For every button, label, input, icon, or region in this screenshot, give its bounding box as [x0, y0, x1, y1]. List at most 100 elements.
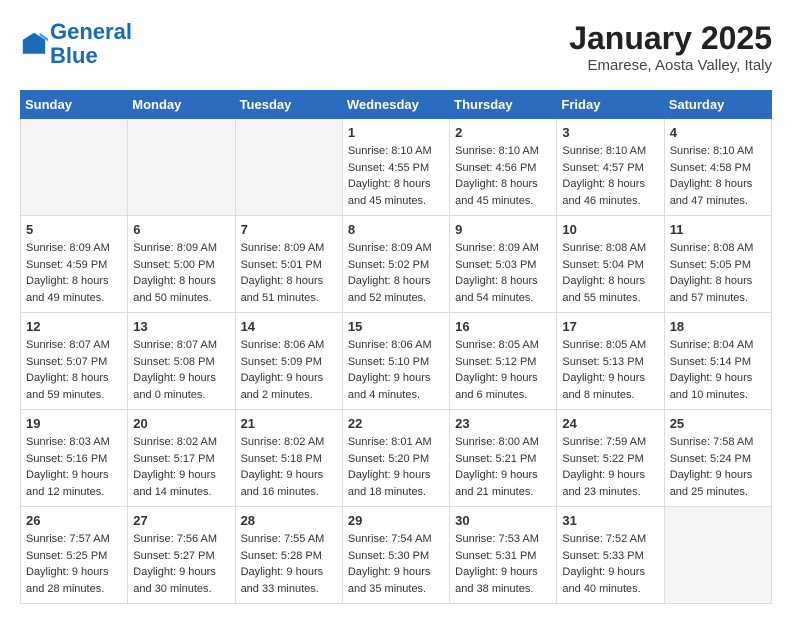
day-info-line: Daylight: 9 hours: [562, 467, 658, 484]
day-info: Sunrise: 8:10 AMSunset: 4:56 PMDaylight:…: [455, 143, 551, 209]
day-info: Sunrise: 8:10 AMSunset: 4:57 PMDaylight:…: [562, 143, 658, 209]
calendar-cell: [21, 119, 128, 216]
day-info: Sunrise: 8:09 AMSunset: 5:03 PMDaylight:…: [455, 240, 551, 306]
day-info-line: and 59 minutes.: [26, 387, 122, 404]
logo-line1: General: [50, 19, 132, 44]
day-info-line: Daylight: 9 hours: [241, 467, 337, 484]
day-info-line: Sunset: 5:28 PM: [241, 548, 337, 565]
day-info: Sunrise: 8:08 AMSunset: 5:04 PMDaylight:…: [562, 240, 658, 306]
day-info-line: Sunrise: 8:02 AM: [241, 434, 337, 451]
day-info-line: and 55 minutes.: [562, 290, 658, 307]
day-info-line: Sunset: 5:04 PM: [562, 257, 658, 274]
page-header: General Blue January 2025 Emarese, Aosta…: [20, 20, 772, 74]
day-info-line: Sunset: 5:27 PM: [133, 548, 229, 565]
day-info-line: Daylight: 8 hours: [455, 176, 551, 193]
day-info-line: Sunset: 5:21 PM: [455, 451, 551, 468]
calendar-cell: [128, 119, 235, 216]
day-info: Sunrise: 8:09 AMSunset: 5:00 PMDaylight:…: [133, 240, 229, 306]
day-number: 9: [455, 222, 551, 237]
day-number: 23: [455, 416, 551, 431]
day-number: 31: [562, 513, 658, 528]
day-number: 11: [670, 222, 766, 237]
day-info-line: Daylight: 9 hours: [348, 370, 444, 387]
day-info-line: Sunrise: 8:03 AM: [26, 434, 122, 451]
col-header-friday: Friday: [557, 91, 664, 119]
calendar-week-2: 5Sunrise: 8:09 AMSunset: 4:59 PMDaylight…: [21, 216, 772, 313]
day-info: Sunrise: 7:58 AMSunset: 5:24 PMDaylight:…: [670, 434, 766, 500]
day-info-line: and 50 minutes.: [133, 290, 229, 307]
day-info-line: Sunset: 4:56 PM: [455, 160, 551, 177]
day-info-line: and 45 minutes.: [348, 193, 444, 210]
calendar-cell: 23 Sunrise: 8:00 AMSunset: 5:21 PMDayligh…: [450, 410, 557, 507]
day-info-line: Daylight: 9 hours: [455, 370, 551, 387]
calendar-week-5: 26Sunrise: 7:57 AMSunset: 5:25 PMDayligh…: [21, 507, 772, 604]
day-info: Sunrise: 8:00 AMSunset: 5:21 PMDaylight:…: [455, 434, 551, 500]
day-info-line: Sunrise: 8:02 AM: [133, 434, 229, 451]
day-info-line: Sunset: 5:02 PM: [348, 257, 444, 274]
day-info-line: and 40 minutes.: [562, 581, 658, 598]
day-info-line: Daylight: 8 hours: [348, 273, 444, 290]
day-info-line: and 49 minutes.: [26, 290, 122, 307]
day-info: Sunrise: 8:09 AMSunset: 5:01 PMDaylight:…: [241, 240, 337, 306]
day-info: Sunrise: 8:08 AMSunset: 5:05 PMDaylight:…: [670, 240, 766, 306]
calendar-week-4: 19Sunrise: 8:03 AMSunset: 5:16 PMDayligh…: [21, 410, 772, 507]
day-number: 6: [133, 222, 229, 237]
day-info-line: Sunset: 4:55 PM: [348, 160, 444, 177]
calendar-cell: 19Sunrise: 8:03 AMSunset: 5:16 PMDayligh…: [21, 410, 128, 507]
day-info-line: Sunrise: 7:53 AM: [455, 531, 551, 548]
day-number: 26: [26, 513, 122, 528]
day-info-line: Daylight: 8 hours: [26, 273, 122, 290]
calendar-cell: 6 Sunrise: 8:09 AMSunset: 5:00 PMDaylight…: [128, 216, 235, 313]
day-info-line: Sunrise: 8:07 AM: [133, 337, 229, 354]
day-info-line: and 30 minutes.: [133, 581, 229, 598]
calendar-cell: 27Sunrise: 7:56 AMSunset: 5:27 PMDayligh…: [128, 507, 235, 604]
calendar-header-row: SundayMondayTuesdayWednesdayThursdayFrid…: [21, 91, 772, 119]
day-info-line: and 25 minutes.: [670, 484, 766, 501]
calendar-cell: 28Sunrise: 7:55 AMSunset: 5:28 PMDayligh…: [235, 507, 342, 604]
day-info-line: Sunrise: 8:04 AM: [670, 337, 766, 354]
day-info: Sunrise: 8:04 AMSunset: 5:14 PMDaylight:…: [670, 337, 766, 403]
calendar-cell: 18 Sunrise: 8:04 AMSunset: 5:14 PMDayligh…: [664, 313, 771, 410]
day-number: 5: [26, 222, 122, 237]
day-info-line: Sunrise: 7:58 AM: [670, 434, 766, 451]
day-info-line: Sunset: 5:13 PM: [562, 354, 658, 371]
day-number: 10: [562, 222, 658, 237]
col-header-monday: Monday: [128, 91, 235, 119]
col-header-wednesday: Wednesday: [342, 91, 449, 119]
day-number: 13: [133, 319, 229, 334]
calendar-week-3: 12Sunrise: 8:07 AMSunset: 5:07 PMDayligh…: [21, 313, 772, 410]
calendar-cell: 2Sunrise: 8:10 AMSunset: 4:56 PMDaylight…: [450, 119, 557, 216]
day-info-line: Sunset: 5:25 PM: [26, 548, 122, 565]
calendar-cell: 10 Sunrise: 8:08 AMSunset: 5:04 PMDayligh…: [557, 216, 664, 313]
day-info-line: Sunset: 4:57 PM: [562, 160, 658, 177]
calendar-cell: 25 Sunrise: 7:58 AMSunset: 5:24 PMDayligh…: [664, 410, 771, 507]
day-info-line: Sunrise: 7:57 AM: [26, 531, 122, 548]
day-info-line: and 2 minutes.: [241, 387, 337, 404]
day-info: Sunrise: 7:57 AMSunset: 5:25 PMDaylight:…: [26, 531, 122, 597]
day-info-line: and 16 minutes.: [241, 484, 337, 501]
day-info-line: Daylight: 9 hours: [455, 564, 551, 581]
day-info-line: Sunrise: 8:05 AM: [455, 337, 551, 354]
day-info-line: Sunrise: 8:09 AM: [26, 240, 122, 257]
day-number: 7: [241, 222, 337, 237]
day-number: 27: [133, 513, 229, 528]
day-number: 25: [670, 416, 766, 431]
day-info-line: Daylight: 9 hours: [133, 467, 229, 484]
day-info-line: and 45 minutes.: [455, 193, 551, 210]
day-info-line: and 23 minutes.: [562, 484, 658, 501]
day-info-line: and 57 minutes.: [670, 290, 766, 307]
day-info-line: Daylight: 9 hours: [241, 370, 337, 387]
day-info-line: Daylight: 9 hours: [26, 564, 122, 581]
day-info-line: Daylight: 8 hours: [133, 273, 229, 290]
day-info-line: and 4 minutes.: [348, 387, 444, 404]
day-info: Sunrise: 7:55 AMSunset: 5:28 PMDaylight:…: [241, 531, 337, 597]
day-number: 18: [670, 319, 766, 334]
calendar-cell: 21Sunrise: 8:02 AMSunset: 5:18 PMDayligh…: [235, 410, 342, 507]
day-info-line: Sunset: 5:17 PM: [133, 451, 229, 468]
day-info-line: Sunrise: 8:09 AM: [455, 240, 551, 257]
calendar-cell: 11 Sunrise: 8:08 AMSunset: 5:05 PMDayligh…: [664, 216, 771, 313]
month-year: January 2025: [569, 20, 772, 57]
day-number: 22: [348, 416, 444, 431]
day-info-line: and 18 minutes.: [348, 484, 444, 501]
col-header-thursday: Thursday: [450, 91, 557, 119]
